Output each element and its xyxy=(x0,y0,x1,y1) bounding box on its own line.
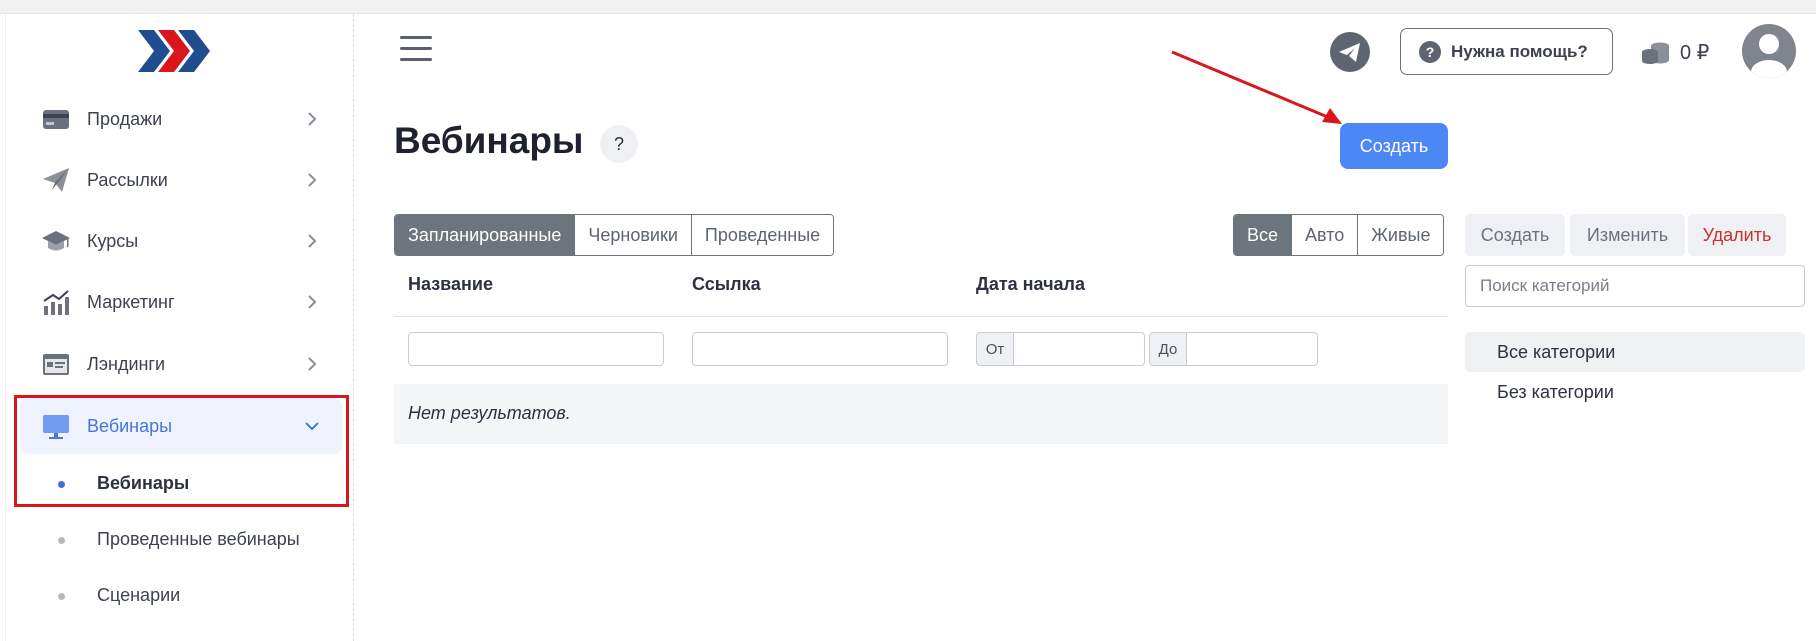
sidebar-item-label: Курсы xyxy=(87,230,139,251)
sidebar-item-label: Лэндинги xyxy=(87,353,166,374)
sidebar-item-marketing[interactable]: Маркетинг xyxy=(20,274,342,330)
sidebar-subitem-scenarios[interactable]: Сценарии xyxy=(20,571,342,621)
sidebar-item-landings[interactable]: Лэндинги xyxy=(20,336,342,392)
table-header-divider xyxy=(394,316,1448,317)
filter-date-to-input[interactable] xyxy=(1186,332,1318,366)
bullet-dot-icon xyxy=(58,537,65,544)
question-icon: ? xyxy=(1419,40,1441,63)
filter-name-input[interactable] xyxy=(408,332,664,366)
bullet-dot-icon xyxy=(58,593,65,600)
category-item-all[interactable]: Все категории xyxy=(1465,332,1805,372)
browser-bookmark-strip xyxy=(0,0,1816,14)
balance-amount: 0 ₽ xyxy=(1680,41,1710,64)
empty-results-text: Нет результатов. xyxy=(408,403,571,423)
chevron-right-icon xyxy=(308,357,317,371)
tab-scheduled[interactable]: Запланированные xyxy=(395,215,575,255)
category-delete-button[interactable]: Удалить xyxy=(1688,214,1786,256)
chevron-right-icon xyxy=(308,173,317,187)
chevron-right-icon xyxy=(308,112,317,126)
annotation-highlight-box xyxy=(14,395,349,507)
credit-card-icon xyxy=(43,110,69,129)
chart-growth-icon xyxy=(43,290,69,315)
sidebar-item-label: Рассылки xyxy=(87,169,168,190)
avatar[interactable] xyxy=(1742,24,1796,78)
page-title: Вебинары xyxy=(394,120,584,161)
sidebar: Продажи Рассылки Курсы Маркетинг Лэндинг… xyxy=(5,14,354,641)
chevron-right-icon xyxy=(308,295,317,309)
category-create-button[interactable]: Создать xyxy=(1465,214,1565,256)
date-from-label: От xyxy=(976,332,1014,366)
coins-icon xyxy=(1642,42,1669,64)
column-header-start-date[interactable]: Дата начала xyxy=(976,274,1085,295)
column-header-name[interactable]: Название xyxy=(408,274,493,295)
annotation-arrow xyxy=(1171,50,1342,124)
tab-auto[interactable]: Авто xyxy=(1291,215,1358,255)
date-to-label: До xyxy=(1149,332,1187,366)
category-edit-button[interactable]: Изменить xyxy=(1570,214,1685,256)
paper-plane-icon xyxy=(43,168,69,192)
type-tabs: Все Авто Живые xyxy=(1233,214,1445,256)
tab-all[interactable]: Все xyxy=(1234,215,1292,255)
title-help-button[interactable]: ? xyxy=(600,125,638,163)
sidebar-subitem-label: Сценарии xyxy=(97,585,181,605)
category-item-uncategorized[interactable]: Без категории xyxy=(1465,372,1805,412)
sidebar-item-mailings[interactable]: Рассылки xyxy=(20,152,342,208)
sidebar-subitem-label: Проведенные вебинары xyxy=(97,529,300,549)
category-search-field xyxy=(1465,265,1805,307)
column-header-link[interactable]: Ссылка xyxy=(692,274,761,295)
help-button[interactable]: ? Нужна помощь? xyxy=(1400,28,1613,75)
sidebar-item-label: Продажи xyxy=(87,108,163,129)
sidebar-subitem-past-webinars[interactable]: Проведенные вебинары xyxy=(20,515,342,565)
help-button-label: Нужна помощь? xyxy=(1451,41,1588,61)
table-empty-row: Нет результатов. xyxy=(394,384,1448,444)
page: Продажи Рассылки Курсы Маркетинг Лэндинг… xyxy=(0,0,1816,641)
hamburger-menu-icon[interactable] xyxy=(400,36,432,64)
sidebar-item-label: Маркетинг xyxy=(87,291,175,312)
status-tabs: Запланированные Черновики Проведенные xyxy=(394,214,835,256)
tab-live[interactable]: Живые xyxy=(1357,215,1444,255)
filter-link-input[interactable] xyxy=(692,332,948,366)
balance[interactable]: 0 ₽ xyxy=(1640,36,1709,68)
logo[interactable] xyxy=(138,28,218,79)
chevron-right-icon xyxy=(308,234,317,248)
filter-date-from-input[interactable] xyxy=(1013,332,1145,366)
tab-drafts[interactable]: Черновики xyxy=(574,215,691,255)
category-search-input[interactable] xyxy=(1466,266,1804,306)
sidebar-item-courses[interactable]: Курсы xyxy=(20,213,342,269)
tab-completed[interactable]: Проведенные xyxy=(690,215,834,255)
create-webinar-button[interactable]: Создать xyxy=(1340,123,1448,169)
sidebar-item-sales[interactable]: Продажи xyxy=(20,91,342,147)
landing-page-icon xyxy=(43,354,69,375)
graduation-cap-icon xyxy=(42,231,70,251)
